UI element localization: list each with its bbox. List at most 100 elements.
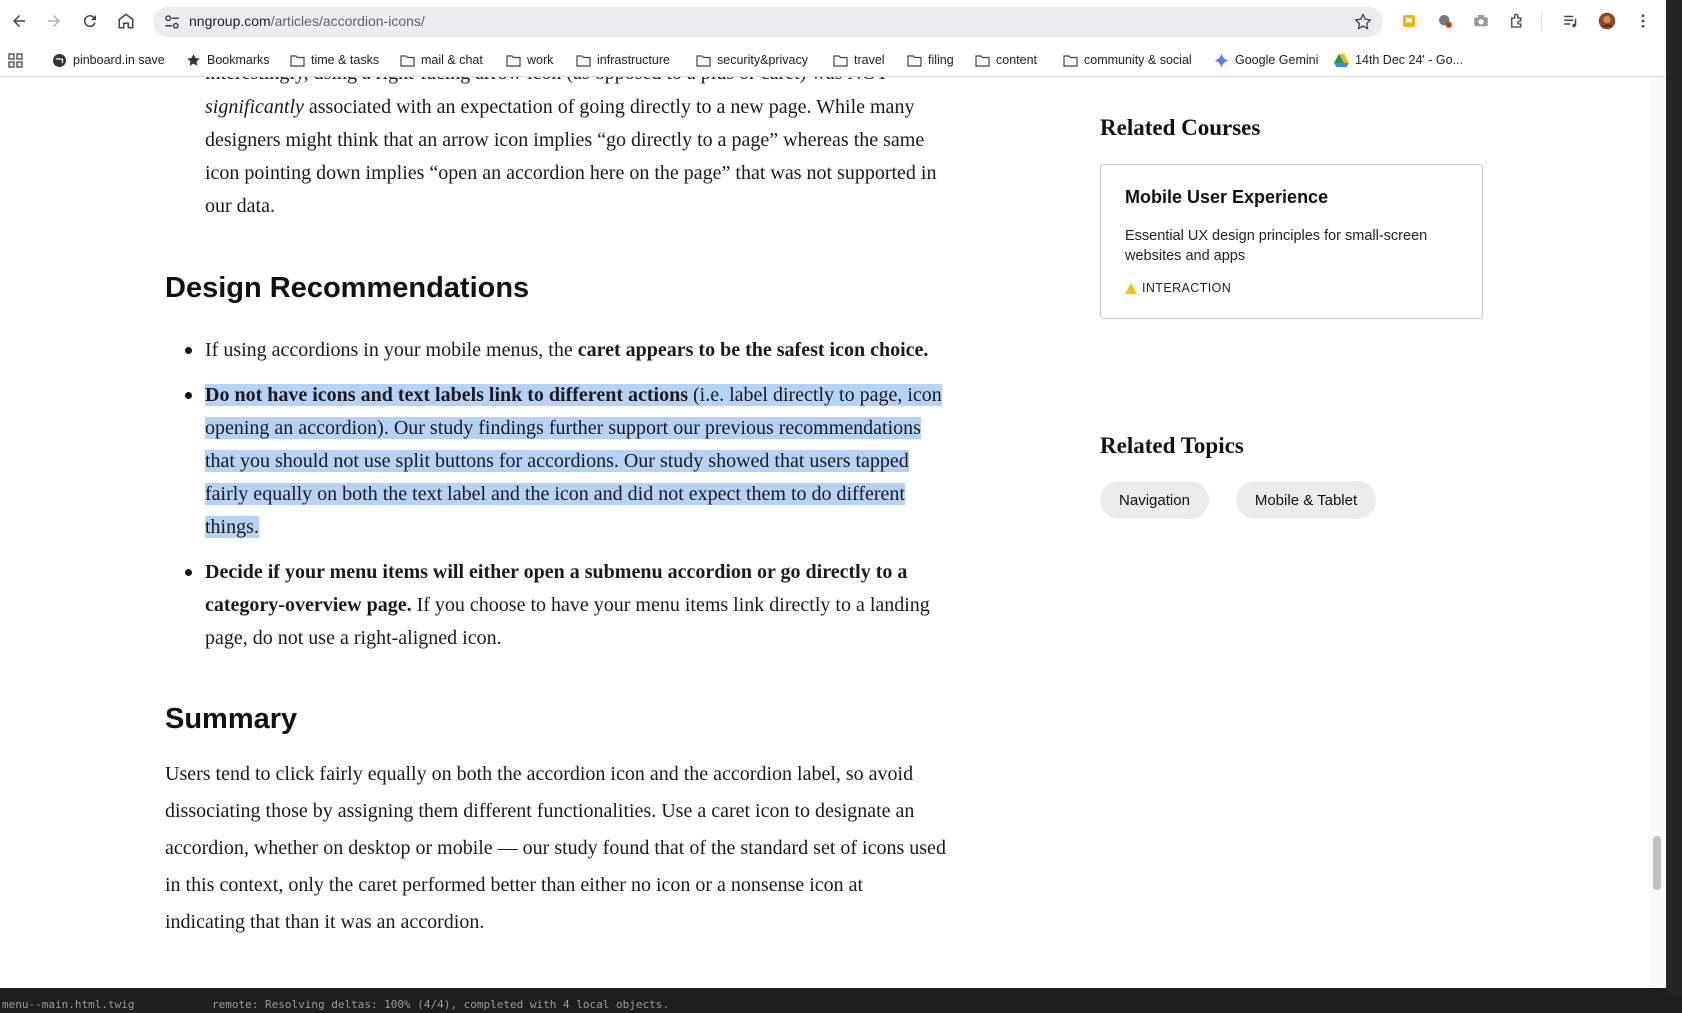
profile-avatar[interactable] xyxy=(1593,7,1621,35)
apps-grid-icon xyxy=(8,52,23,68)
bullet-line: category-overview page. If you choose to… xyxy=(205,589,930,622)
bullet-line: opening an accordion). Our study finding… xyxy=(205,412,921,445)
article-paragraph-line: designers might think that an arrow icon… xyxy=(205,129,925,151)
extensions-puzzle-icon[interactable] xyxy=(1503,7,1531,35)
bullet-bold-text: Do not have icons and text labels link t… xyxy=(205,384,688,406)
bookmarks-bar: pinboard.in save Bookmarks time & tasks mai… xyxy=(0,44,1666,77)
url-path: /articles/accordion-icons/ xyxy=(270,13,425,29)
extension-privacy-icon[interactable] xyxy=(1431,7,1459,35)
bullet-text: If you choose to have your menu items li… xyxy=(411,594,930,616)
bookmark-item[interactable]: community & social xyxy=(1063,51,1192,69)
bookmark-label: content xyxy=(996,53,1038,67)
bookmark-item[interactable]: Bookmarks xyxy=(186,51,270,69)
apps-button[interactable] xyxy=(8,51,29,69)
site-settings-icon[interactable] xyxy=(163,13,181,31)
avatar-icon xyxy=(1598,12,1616,30)
drive-icon xyxy=(1334,53,1349,67)
design-recommendations-heading: Design Recommendations xyxy=(165,272,530,304)
warning-triangle-icon xyxy=(1125,282,1137,294)
bullet-item: Do not have icons and text labels link t… xyxy=(205,379,942,412)
article-paragraph-line: our data. xyxy=(205,195,275,217)
article-paragraph-line: icon pointing down implies “open an acco… xyxy=(205,162,937,184)
bookmark-item[interactable]: pinboard.in save xyxy=(52,51,165,69)
terminal-file-label: menu--main.html.twig xyxy=(2,998,135,1011)
star-icon xyxy=(187,53,200,66)
bookmark-item[interactable]: time & tasks xyxy=(290,51,379,69)
bullet-bold-text: category-overview page. xyxy=(205,594,412,616)
topic-chip-mobile-tablet[interactable]: Mobile & Tablet xyxy=(1236,481,1376,519)
course-tag: INTERACTION xyxy=(1125,281,1231,295)
summary-line: in this context, only the caret performe… xyxy=(165,874,864,896)
folder-icon xyxy=(833,54,848,67)
bookmark-item[interactable]: 14th Dec 24' - Go... xyxy=(1334,51,1463,69)
back-button[interactable] xyxy=(5,7,33,35)
bookmark-item[interactable]: content xyxy=(975,51,1037,69)
url-text[interactable]: nngroup.com/articles/accordion-icons/ xyxy=(189,13,425,29)
arrow-right-icon xyxy=(48,15,60,27)
bullet-text: fairly equally on both the text label an… xyxy=(205,483,905,505)
bullet-item: If using accordions in your mobile menus… xyxy=(205,334,928,367)
emphasis-text: significantly xyxy=(205,96,304,118)
terminal-output: menu--main.html.twig remote: Resolving d… xyxy=(0,996,1682,1013)
bookmark-item[interactable]: mail & chat xyxy=(400,51,483,69)
summary-line: accordion, whether on desktop or mobile … xyxy=(165,837,946,859)
bullet-item: Decide if your menu items will either op… xyxy=(205,556,907,589)
bullet-text: that you should not use split buttons fo… xyxy=(205,450,909,472)
bookmark-item[interactable]: security&privacy xyxy=(696,51,808,69)
bullet-line: page, do not use a right-aligned icon. xyxy=(205,627,502,649)
extension-camera-icon[interactable] xyxy=(1467,7,1495,35)
arrow-left-icon xyxy=(13,15,25,27)
bookmark-star-icon[interactable] xyxy=(1353,12,1373,32)
reload-icon xyxy=(83,15,96,28)
bookmark-label: travel xyxy=(854,53,885,67)
bookmark-label: time & tasks xyxy=(311,53,380,67)
bookmark-label: infrastructure xyxy=(597,53,670,67)
course-description-line: websites and apps xyxy=(1125,248,1246,264)
bullet-text: things. xyxy=(205,516,259,538)
course-card[interactable]: Mobile User Experience Essential UX desi… xyxy=(1100,164,1483,319)
bookmark-item[interactable]: travel xyxy=(833,51,885,69)
summary-heading: Summary xyxy=(165,703,298,735)
summary-line: indicating that than it was an accordion… xyxy=(165,911,485,933)
bookmark-label: Bookmarks xyxy=(207,53,270,67)
topic-chip-navigation[interactable]: Navigation xyxy=(1100,481,1209,519)
reload-button[interactable] xyxy=(76,7,104,35)
bullet-marker xyxy=(185,392,192,399)
bookmark-item[interactable]: Google Gemini xyxy=(1214,51,1318,69)
home-button[interactable] xyxy=(112,7,140,35)
bullet-marker xyxy=(185,569,192,576)
extension-notes-icon[interactable] xyxy=(1395,7,1423,35)
folder-icon xyxy=(696,54,711,67)
forward-button[interactable] xyxy=(40,7,68,35)
bookmark-item[interactable]: filing xyxy=(907,51,954,69)
media-control-icon[interactable] xyxy=(1557,7,1585,35)
gemini-icon xyxy=(1214,52,1229,68)
scrollbar-thumb[interactable] xyxy=(1653,836,1661,890)
bookmark-label: community & social xyxy=(1084,53,1192,67)
course-title[interactable]: Mobile User Experience xyxy=(1125,187,1328,208)
folder-icon xyxy=(1063,54,1078,67)
summary-line: Users tend to click fairly equally on bo… xyxy=(165,763,914,785)
bookmark-label: pinboard.in save xyxy=(73,53,165,67)
folder-icon xyxy=(975,54,990,67)
course-tag-label: INTERACTION xyxy=(1142,281,1232,295)
bookmark-item[interactable]: infrastructure xyxy=(576,51,670,69)
bullet-line: that you should not use split buttons fo… xyxy=(205,445,909,478)
bookmark-label: security&privacy xyxy=(717,53,808,67)
bullet-marker xyxy=(185,347,192,354)
course-description-line: Essential UX design principles for small… xyxy=(1125,228,1428,244)
bookmark-item[interactable]: work xyxy=(506,51,553,69)
address-bar[interactable]: nngroup.com/articles/accordion-icons/ xyxy=(153,7,1383,37)
bookmark-label: work xyxy=(527,53,554,67)
url-host: nngroup.com xyxy=(189,13,271,29)
more-vertical-icon xyxy=(1641,14,1645,28)
bookmark-label: Google Gemini xyxy=(1235,53,1319,67)
bullet-line: fairly equally on both the text label an… xyxy=(205,478,905,511)
bullet-text: (i.e. label directly to page, icon xyxy=(687,384,942,406)
editor-minimap xyxy=(1666,0,1682,996)
folder-icon xyxy=(400,54,415,67)
folder-icon xyxy=(290,54,305,67)
browser-menu-button[interactable] xyxy=(1629,7,1657,35)
bookmark-label: mail & chat xyxy=(421,53,483,67)
terminal-status-text: remote: Resolving deltas: 100% (4/4), co… xyxy=(212,998,669,1011)
